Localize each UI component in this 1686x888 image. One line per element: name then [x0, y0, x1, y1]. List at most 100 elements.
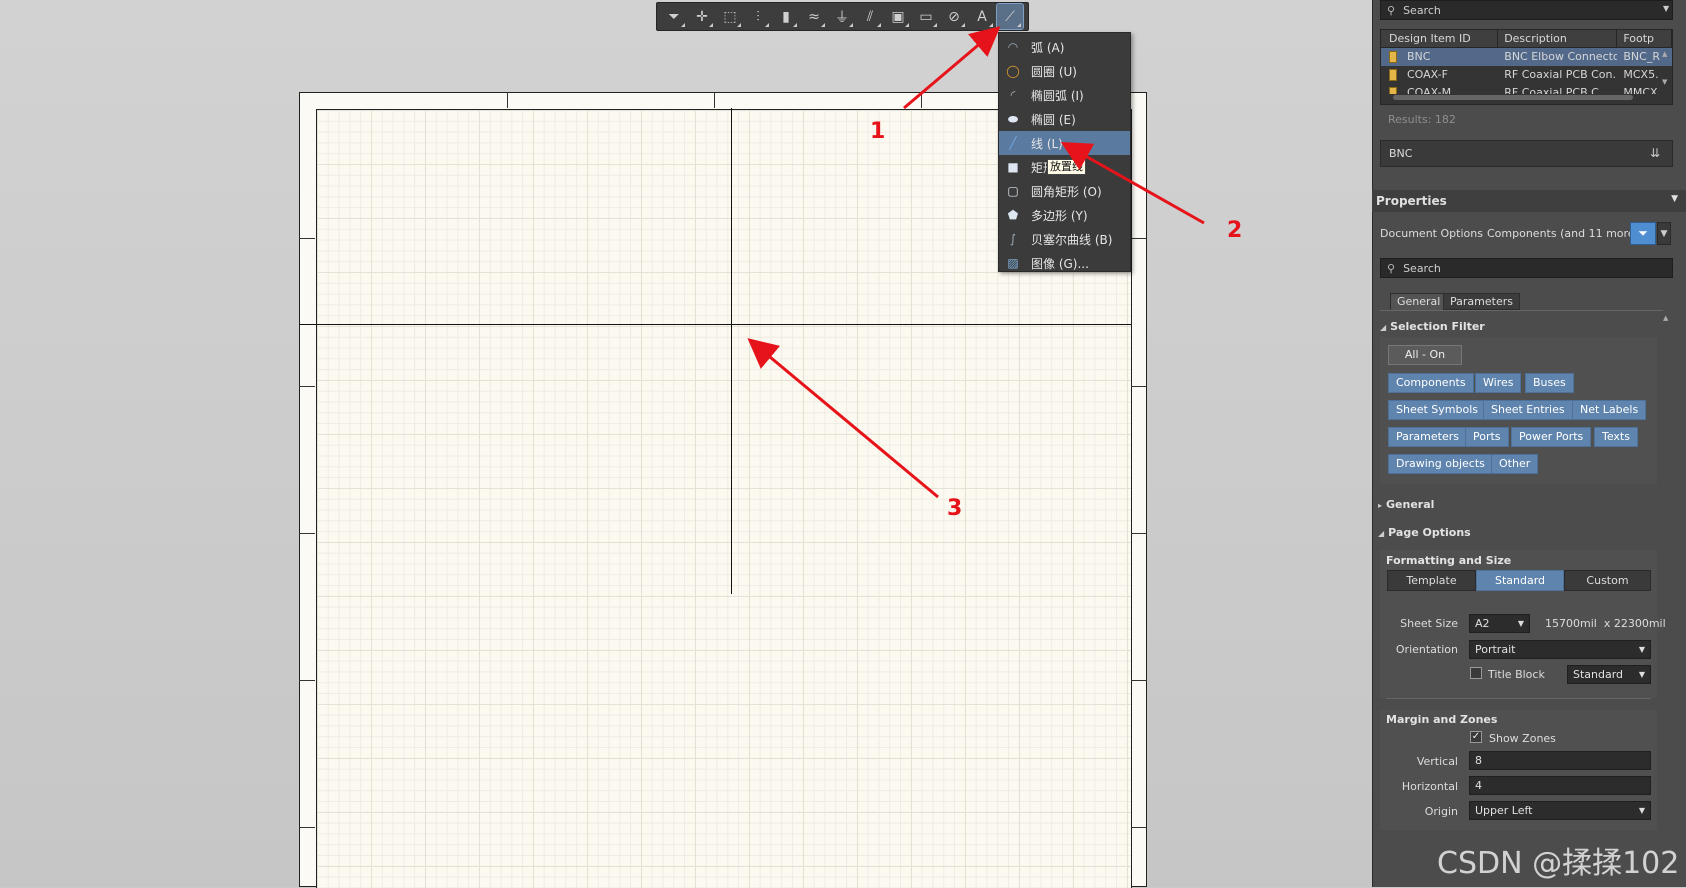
toolbar-power-port-button[interactable]: ⏚: [829, 4, 855, 29]
filter-chip-ports[interactable]: Ports: [1465, 427, 1509, 447]
double-chevron-down-icon[interactable]: ⇊: [1650, 146, 1660, 160]
filter-button[interactable]: ⏷: [1630, 222, 1656, 245]
table-horizontal-scrollbar[interactable]: [1393, 95, 1633, 100]
vertical-label: Vertical: [1416, 755, 1458, 768]
toolbar-line-button[interactable]: ⟋: [996, 3, 1024, 30]
menu-item-bezier[interactable]: ∫ 贝塞尔曲线 (B): [999, 227, 1130, 251]
filter-dropdown-icon[interactable]: ▼: [1657, 222, 1671, 245]
properties-search-input[interactable]: ⚲ Search: [1380, 258, 1673, 278]
table-row[interactable]: COAX-M RF Coaxial PCB C... MMCX: [1381, 84, 1672, 94]
dropdown-caret-icon: ▼: [1638, 806, 1645, 815]
all-on-button[interactable]: All - On: [1388, 345, 1462, 365]
menu-item-ellipse[interactable]: ⬬ 椭圆 (E): [999, 107, 1130, 131]
filter-chip-texts[interactable]: Texts: [1594, 427, 1638, 447]
table-cell: BNC Elbow Connector: [1504, 50, 1618, 63]
zone-divider-left: [299, 680, 315, 681]
menu-item-label: 椭圆弧 (I): [1031, 88, 1084, 103]
panel-menu-icon[interactable]: ▼: [1671, 194, 1678, 204]
component-icon: [1389, 51, 1397, 63]
zone-divider-right: [1131, 533, 1147, 534]
toolbar-directive-button[interactable]: ⊘: [941, 4, 967, 29]
section-title-text: Page Options: [1388, 526, 1471, 539]
component-icon: ▮: [782, 8, 790, 25]
table-row[interactable]: BNC BNC Elbow Connector BNC_R: [1381, 48, 1672, 66]
toolbar-text-button[interactable]: A: [969, 4, 995, 29]
selected-component-box[interactable]: BNC ⇊: [1380, 140, 1673, 167]
table-cell: RF Coaxial PCB Con...: [1504, 68, 1618, 81]
zone-divider-left: [299, 827, 315, 828]
search-dropdown-icon[interactable]: ▼: [1663, 4, 1669, 13]
zone-divider-top: [507, 92, 508, 108]
zone-divider-right: [1131, 238, 1147, 239]
toolbar-select-rect-button[interactable]: ⬚: [717, 4, 743, 29]
orientation-select[interactable]: Portrait ▼: [1469, 640, 1651, 659]
horizontal-input[interactable]: 4: [1469, 776, 1651, 795]
placed-line-horizontal[interactable]: [299, 324, 1131, 325]
scroll-up-icon[interactable]: ▲: [1662, 50, 1668, 58]
table-row[interactable]: COAX-F RF Coaxial PCB Con... MCX5.: [1381, 66, 1672, 84]
align-icon: ⫶: [756, 8, 760, 25]
filter-chip-sheet-symbols[interactable]: Sheet Symbols: [1388, 400, 1487, 420]
vertical-input[interactable]: 8: [1469, 751, 1651, 770]
menu-item-polygon[interactable]: ⬟ 多边形 (Y): [999, 203, 1130, 227]
menu-item-elliptical-arc[interactable]: ◜ 椭圆弧 (I): [999, 83, 1130, 107]
column-header-design-item-id[interactable]: Design Item ID: [1381, 30, 1499, 47]
section-page-options[interactable]: ◢ Page Options: [1378, 526, 1471, 539]
component-search-input[interactable]: ⚲ Search: [1380, 0, 1673, 20]
origin-select[interactable]: Upper Left ▼: [1469, 801, 1651, 820]
toolbar-bus-button[interactable]: ⫽: [857, 4, 883, 29]
toolbar-component-button[interactable]: ▮: [773, 4, 799, 29]
show-zones-checkbox[interactable]: ✓: [1470, 731, 1482, 743]
menu-item-round-rectangle[interactable]: ▢ 圆角矩形 (O): [999, 179, 1130, 203]
column-header-description[interactable]: Description: [1498, 30, 1618, 47]
title-block-select[interactable]: Standard ▼: [1567, 665, 1651, 684]
scroll-up-icon[interactable]: ▲: [1663, 314, 1669, 322]
section-general[interactable]: ▸ General: [1378, 498, 1434, 511]
toolbar-wire-button[interactable]: ≈: [801, 4, 827, 29]
filter-chip-components[interactable]: Components: [1388, 373, 1474, 393]
tab-parameters[interactable]: Parameters: [1443, 293, 1520, 310]
toolbar-sheet-symbol-button[interactable]: ▣: [885, 4, 911, 29]
arc-icon: ◠: [1007, 40, 1019, 54]
menu-item-arc[interactable]: ◠ 弧 (A): [999, 35, 1130, 59]
toolbar-align-button[interactable]: ⫶: [745, 4, 771, 29]
toolbar-filter-button[interactable]: ⏷: [661, 4, 687, 29]
power-port-icon: ⏚: [835, 9, 849, 26]
filter-chip-parameters[interactable]: Parameters: [1388, 427, 1467, 447]
move-cross-icon: ✛: [696, 8, 708, 25]
menu-item-label: 图像 (G)...: [1031, 256, 1089, 271]
zone-divider-top: [714, 92, 715, 108]
filter-chip-buses[interactable]: Buses: [1525, 373, 1574, 393]
sheet-size-label: Sheet Size: [1400, 617, 1458, 630]
segment-template[interactable]: Template: [1387, 570, 1476, 591]
menu-item-circle[interactable]: ◯ 圆圈 (U): [999, 59, 1130, 83]
menu-item-line[interactable]: ╱ 线 (L): [999, 131, 1130, 155]
segment-custom[interactable]: Custom: [1564, 570, 1651, 591]
title-block-checkbox[interactable]: [1470, 667, 1482, 679]
filter-chip-net-labels[interactable]: Net Labels: [1572, 400, 1647, 420]
filter-chip-drawing-objects[interactable]: Drawing objects: [1388, 454, 1493, 474]
toolbar-move-cross-button[interactable]: ✛: [689, 4, 715, 29]
sheet-size-select[interactable]: A2 ▼: [1469, 614, 1530, 633]
margin-title: Margin and Zones: [1386, 713, 1498, 726]
filter-chip-other[interactable]: Other: [1491, 454, 1539, 474]
orientation-label: Orientation: [1395, 643, 1458, 656]
tab-general[interactable]: General: [1390, 293, 1448, 310]
zone-divider-left: [299, 238, 315, 239]
section-selection-filter[interactable]: ◢ Selection Filter: [1380, 320, 1485, 333]
scroll-down-icon[interactable]: ▼: [1662, 78, 1668, 86]
segment-standard[interactable]: Standard: [1476, 570, 1564, 591]
column-header-footprint[interactable]: Footp: [1617, 30, 1672, 47]
filter-chip-wires[interactable]: Wires: [1475, 373, 1522, 393]
table-header: Design Item ID Description Footp: [1381, 30, 1672, 48]
placed-line-vertical[interactable]: [731, 108, 732, 594]
toolbar-port-button[interactable]: ▭: [913, 4, 939, 29]
show-zones-label: Show Zones: [1489, 732, 1556, 745]
wire-icon: ≈: [808, 8, 820, 25]
filter-chip-sheet-entries[interactable]: Sheet Entries: [1483, 400, 1573, 420]
filter-chip-power-ports[interactable]: Power Ports: [1511, 427, 1592, 447]
title-block-value: Standard: [1573, 668, 1624, 681]
line-icon: ⟋: [1005, 8, 1015, 25]
schematic-canvas[interactable]: [0, 0, 1372, 888]
menu-item-image[interactable]: ▨ 图像 (G)...: [999, 251, 1130, 275]
